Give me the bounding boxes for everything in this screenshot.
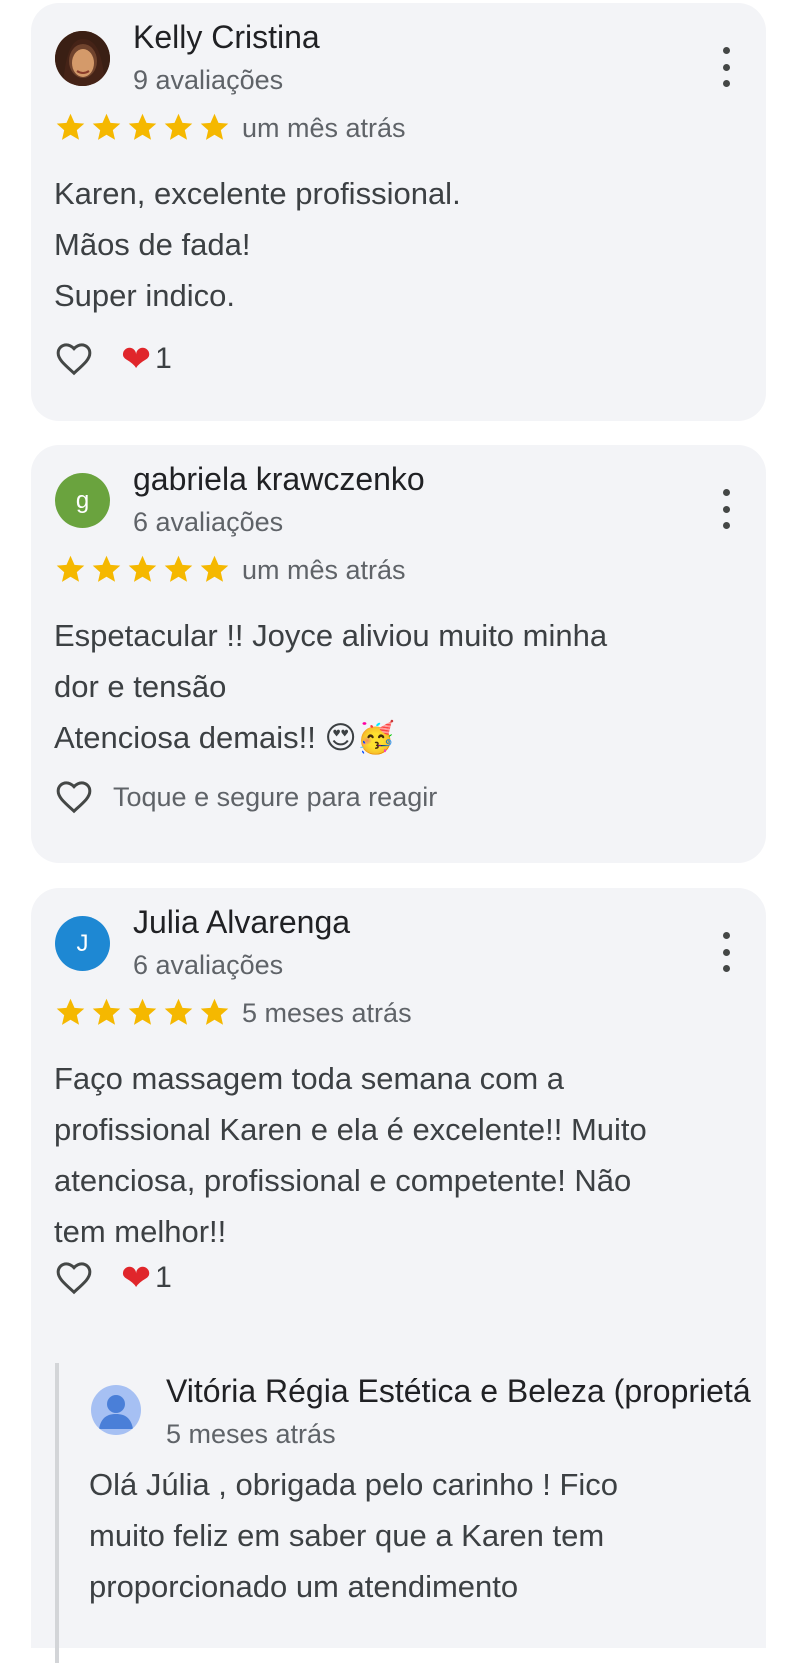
avatar <box>91 1385 141 1435</box>
star-icon <box>164 998 193 1025</box>
review-text: Espetacular !! Joyce aliviou muito minha… <box>54 610 714 763</box>
reply-author: Vitória Régia Estética e Beleza (proprie… <box>166 1373 751 1409</box>
review-date: 5 meses atrás <box>242 998 412 1028</box>
review-text-line: Karen, excelente profissional. <box>54 176 461 211</box>
reaction-count: 1 <box>155 342 172 375</box>
review-text-line: Espetacular !! Joyce aliviou muito minha <box>54 618 608 653</box>
author-name[interactable]: Kelly Cristina <box>133 19 320 56</box>
more-vert-icon[interactable] <box>714 932 738 972</box>
avatar[interactable]: J <box>55 916 110 971</box>
star-icon <box>164 555 193 582</box>
star-icon <box>56 555 85 582</box>
review-count: 6 avaliações <box>133 950 284 980</box>
review-text-line: dor e tensão <box>54 669 227 704</box>
avatar-photo <box>55 31 110 86</box>
heart-outline-icon[interactable] <box>53 1258 95 1298</box>
avatar-initial: J <box>76 929 89 957</box>
review-text-line: profissional Karen e ela é excelente!! M… <box>54 1112 647 1147</box>
review-card: J Julia Alvarenga 6 avaliações 5 meses a… <box>31 888 766 1663</box>
review-text-line: Atenciosa demais!! 😍🥳 <box>54 720 396 755</box>
review-text-line: Super indico. <box>54 278 235 313</box>
star-icon <box>128 998 157 1025</box>
person-icon <box>99 1395 133 1429</box>
avatar-initial: g <box>75 486 90 514</box>
review-text-line: Faço massagem toda semana com a <box>54 1061 565 1096</box>
star-icon <box>128 113 157 140</box>
review-card: Kelly Cristina 9 avaliações um mês atrás… <box>31 3 766 421</box>
review-text-line: atenciosa, profissional e competente! Nã… <box>54 1163 632 1198</box>
star-icon <box>200 113 229 140</box>
review-text-line: Mãos de fada! <box>54 227 251 262</box>
review-card: g gabriela krawczenko 6 avaliações um mê… <box>31 445 766 863</box>
more-vert-icon[interactable] <box>714 489 738 529</box>
reactions-row: ❤ 1 <box>53 339 172 379</box>
star-icon <box>128 555 157 582</box>
star-rating <box>53 553 232 586</box>
reply-date: 5 meses atrás <box>166 1419 336 1449</box>
reactions-row: Toque e segure para reagir <box>53 777 437 817</box>
red-heart-icon[interactable]: ❤ <box>121 339 151 379</box>
avatar[interactable]: g <box>55 473 110 528</box>
review-text: Faço massagem toda semana com a profissi… <box>54 1053 714 1257</box>
reply-text-line: proporcionado um atendimento <box>89 1569 519 1604</box>
review-date: um mês atrás <box>242 113 406 143</box>
star-icon <box>200 555 229 582</box>
review-date: um mês atrás <box>242 555 406 585</box>
heart-outline-icon[interactable] <box>53 339 95 379</box>
author-name[interactable]: gabriela krawczenko <box>133 461 425 498</box>
more-vert-icon[interactable] <box>714 47 738 87</box>
owner-reply: Vitória Régia Estética e Beleza (proprie… <box>55 1363 779 1663</box>
star-icon <box>56 113 85 140</box>
reply-text: Olá Júlia , obrigada pelo carinho ! Fico… <box>89 1459 618 1612</box>
avatar[interactable] <box>55 31 110 86</box>
star-icon <box>200 998 229 1025</box>
reply-text-line: muito feliz em saber que a Karen tem <box>89 1518 605 1553</box>
author-name[interactable]: Julia Alvarenga <box>133 904 350 941</box>
star-icon <box>164 113 193 140</box>
star-icon <box>92 998 121 1025</box>
review-text: Karen, excelente profissional. Mãos de f… <box>54 168 714 321</box>
red-heart-icon[interactable]: ❤ <box>121 1258 151 1298</box>
star-rating <box>53 996 232 1029</box>
reply-text-line: Olá Júlia , obrigada pelo carinho ! Fico <box>89 1467 619 1502</box>
heart-outline-icon[interactable] <box>53 777 95 817</box>
react-hint: Toque e segure para reagir <box>113 781 438 812</box>
star-icon <box>92 113 121 140</box>
star-icon <box>92 555 121 582</box>
review-count: 9 avaliações <box>133 65 284 95</box>
review-text-line: tem melhor!! <box>54 1214 227 1249</box>
review-count: 6 avaliações <box>133 507 284 537</box>
star-rating <box>53 111 232 144</box>
reactions-row: ❤ 1 <box>53 1258 172 1298</box>
star-icon <box>56 998 85 1025</box>
reaction-count: 1 <box>155 1261 172 1294</box>
